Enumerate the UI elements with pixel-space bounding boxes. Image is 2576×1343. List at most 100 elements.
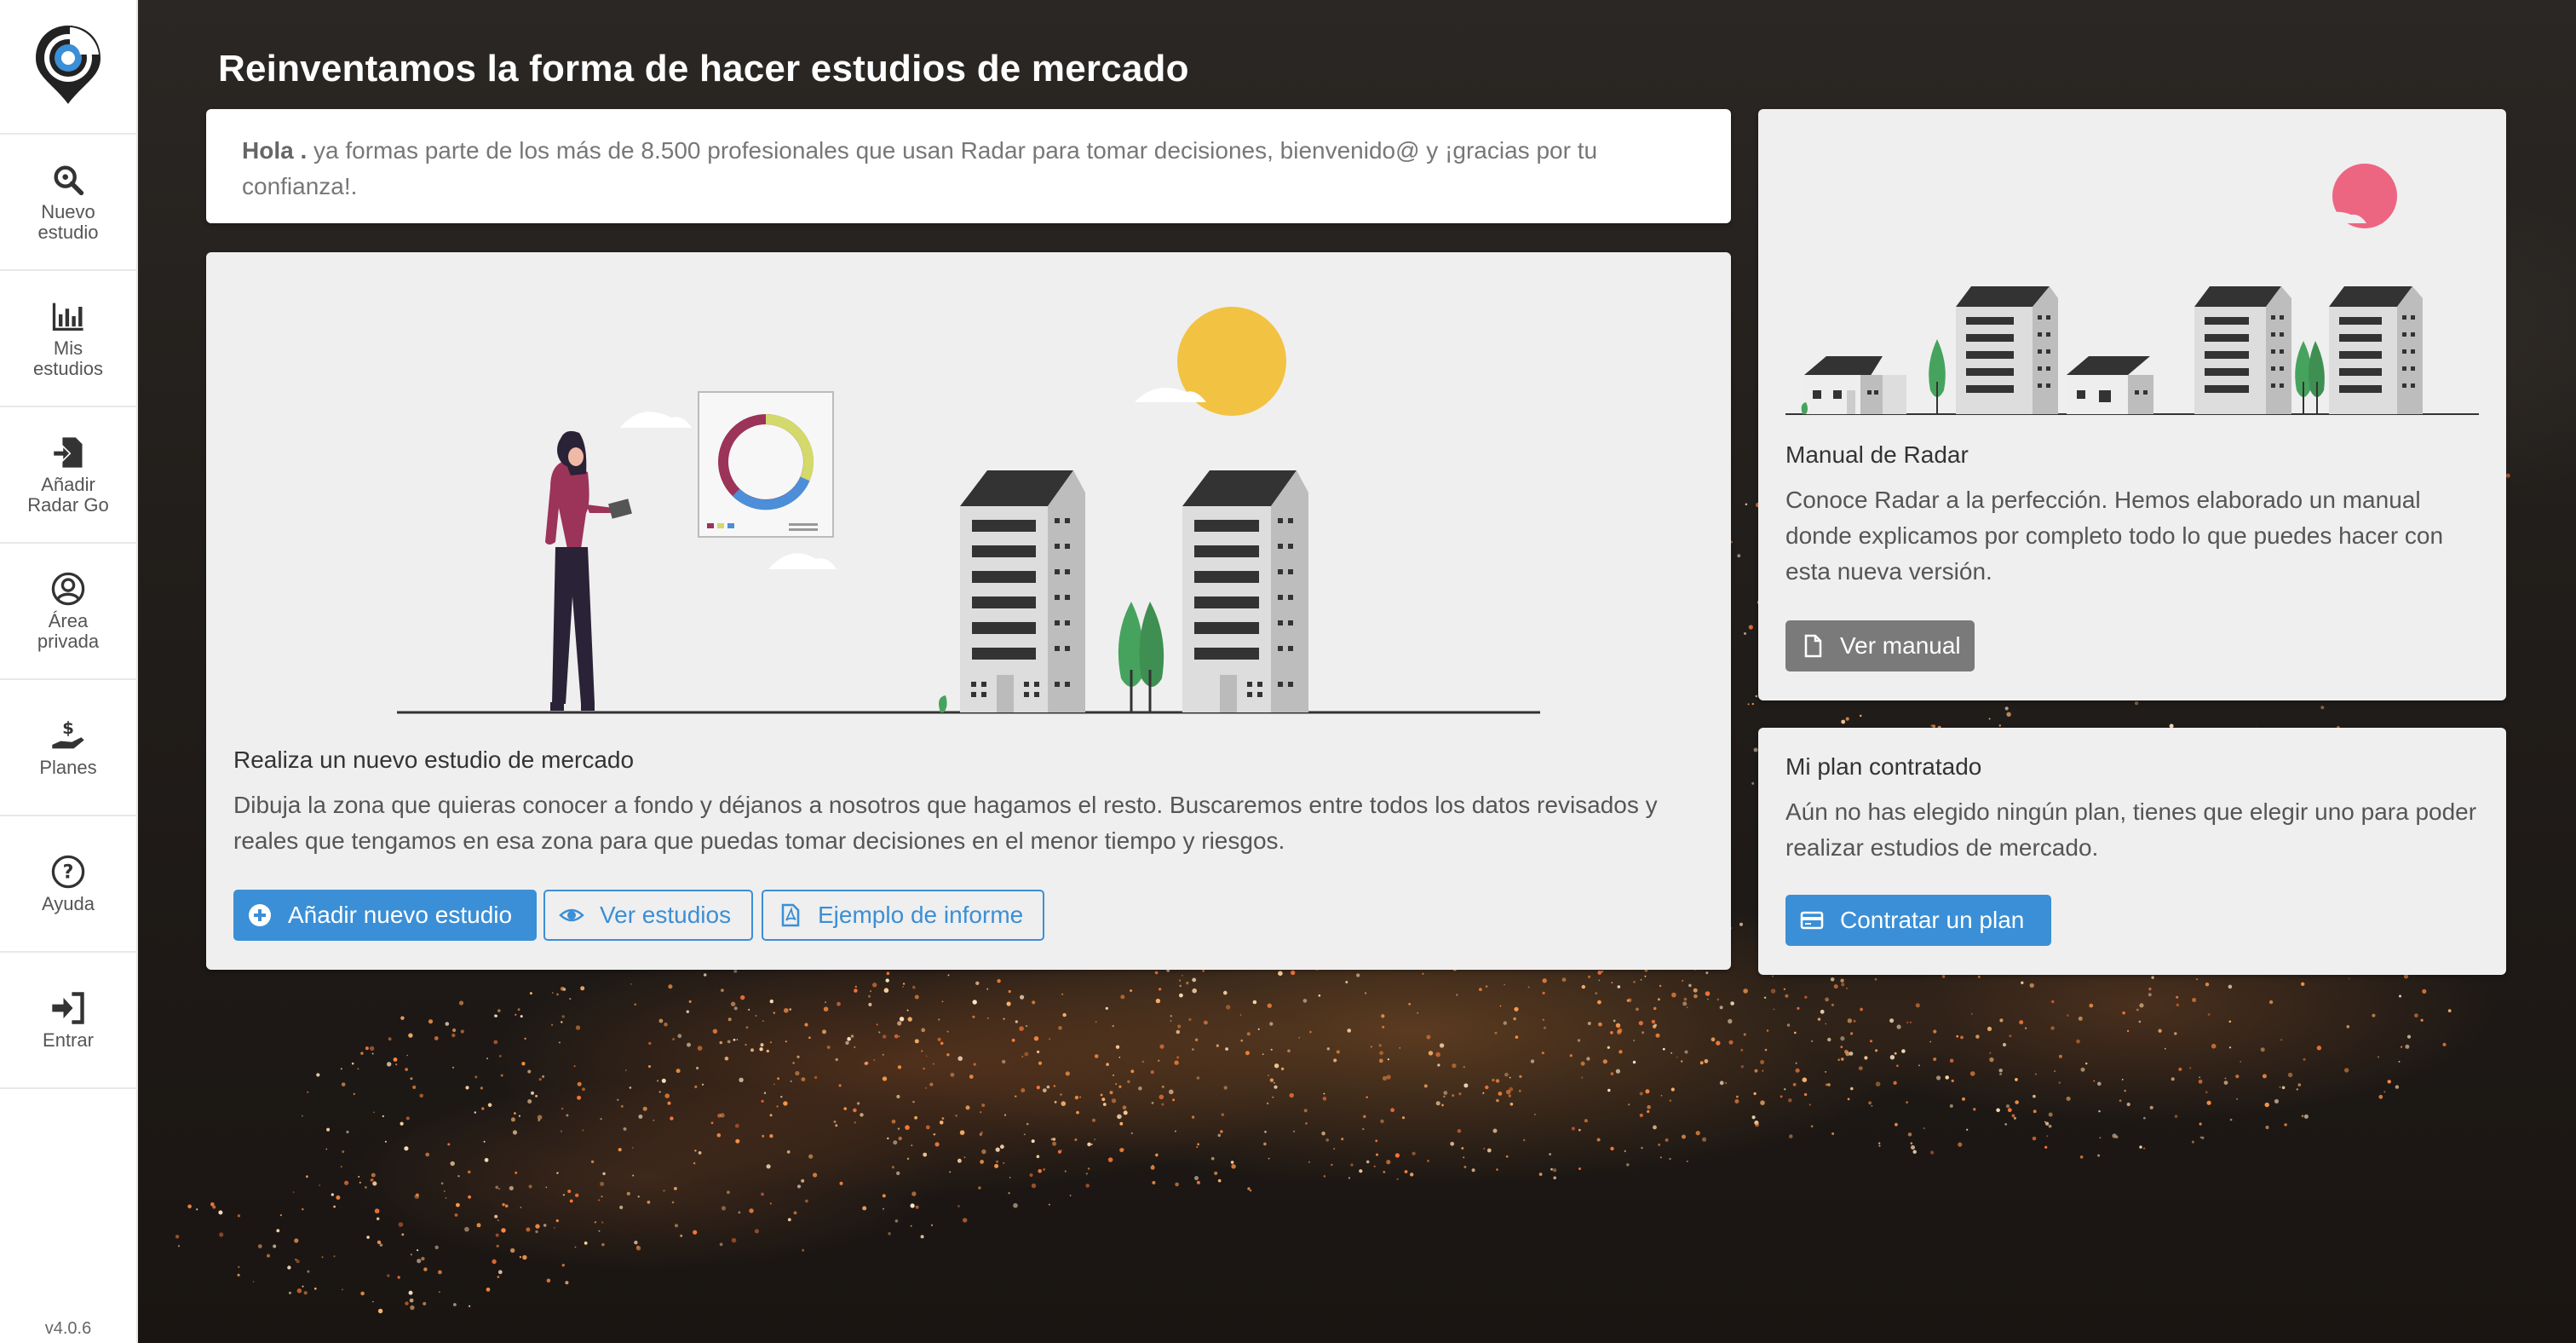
city-light [1719,1081,1724,1086]
city-light [1172,1098,1176,1102]
city-light [902,983,906,985]
city-light [1323,1092,1325,1095]
city-light [1321,1131,1325,1136]
city-light [1743,1033,1746,1036]
city-light [598,1230,601,1232]
radar-logo[interactable] [32,22,104,107]
city-light [2205,983,2210,987]
city-light [1670,1087,1675,1092]
city-light [212,1205,216,1209]
city-light [839,1181,843,1185]
city-light [502,1202,505,1207]
city-light [1538,1173,1543,1176]
city-light [912,985,916,989]
city-light [2229,1118,2233,1121]
city-light [1797,1006,1800,1010]
city-light [1270,1048,1273,1051]
city-light [527,1099,532,1104]
city-light [1422,972,1424,975]
city-light [878,1031,881,1034]
city-light [175,1235,180,1239]
city-light [1894,1052,1897,1055]
city-light [2029,983,2034,989]
city-light [1182,974,1183,977]
sidebar-item-area-privada[interactable]: Área privada [0,542,136,678]
city-light [883,1035,887,1039]
city-light [838,1084,842,1087]
city-light [630,983,632,985]
city-light [731,1237,737,1243]
view-studies-button[interactable]: Ver estudios [543,890,753,941]
city-light [914,1115,917,1120]
city-light [405,1301,409,1306]
report-example-button[interactable]: Ejemplo de informe [762,890,1044,941]
sidebar-item-planes[interactable]: $ Planes [0,678,136,815]
sidebar-item-label: Planes [39,757,97,778]
city-light [1015,1020,1018,1023]
city-light [1642,1031,1644,1035]
city-light [981,1104,986,1107]
city-light [937,1037,941,1041]
city-light [1840,1036,1845,1041]
city-light [1522,1138,1526,1142]
city-light [1786,1023,1791,1027]
city-light [569,1199,573,1203]
city-light [1744,632,1746,635]
city-light [719,1040,723,1045]
city-light [2151,976,2154,979]
city-light [1647,1110,1650,1113]
city-light [632,1174,635,1177]
city-light [1896,1064,1899,1067]
city-light [1061,1101,1067,1106]
city-light [468,1195,471,1199]
city-light [910,1203,915,1208]
city-light [454,1213,458,1217]
city-light [1676,1056,1678,1058]
city-light [1152,1164,1154,1167]
city-light [1987,1026,1992,1031]
city-light [2284,1123,2287,1127]
city-light [1785,994,1789,998]
city-light [287,1265,291,1270]
contract-plan-button[interactable]: Contratar un plan [1785,895,2051,946]
city-light [925,1055,928,1058]
sidebar-item-anadir-radar-go[interactable]: Añadir Radar Go [0,406,136,542]
city-light [1095,1021,1097,1023]
city-light [1705,971,1709,975]
city-light [2191,1140,2194,1144]
cloud-illustration [768,553,837,569]
view-manual-button[interactable]: Ver manual [1785,620,1975,672]
sidebar-item-mis-estudios[interactable]: Mis estudios [0,269,136,406]
city-light [2143,1116,2146,1120]
city-light [1989,1052,1992,1054]
city-light [736,1039,739,1040]
city-light [1505,1155,1509,1158]
city-light [408,1033,413,1038]
sidebar-item-nuevo-estudio[interactable]: Nuevo estudio [0,133,136,269]
city-light [663,1190,665,1192]
sidebar-item-ayuda[interactable]: ? Ayuda [0,815,136,951]
city-light [529,992,532,995]
city-light [360,1291,365,1296]
city-light [556,993,559,996]
city-light [1151,1101,1154,1104]
city-light [941,1000,944,1003]
city-light [372,1181,377,1186]
city-light [1380,1119,1384,1124]
city-light [914,994,919,1000]
add-new-study-button[interactable]: Añadir nuevo estudio [233,890,537,941]
city-light [2372,1013,2376,1017]
sidebar-item-entrar[interactable]: Entrar [0,951,136,1089]
city-light [1220,1130,1223,1133]
city-light [1808,1104,1811,1106]
city-light [658,1018,664,1023]
city-light [745,1043,747,1046]
city-light [1681,1060,1683,1063]
city-light [1496,1098,1499,1103]
city-light [882,1194,886,1198]
city-light [870,990,872,993]
city-light [1684,1050,1688,1054]
city-light [1065,1071,1070,1076]
city-light [1789,1134,1793,1138]
city-light [1052,1141,1057,1146]
